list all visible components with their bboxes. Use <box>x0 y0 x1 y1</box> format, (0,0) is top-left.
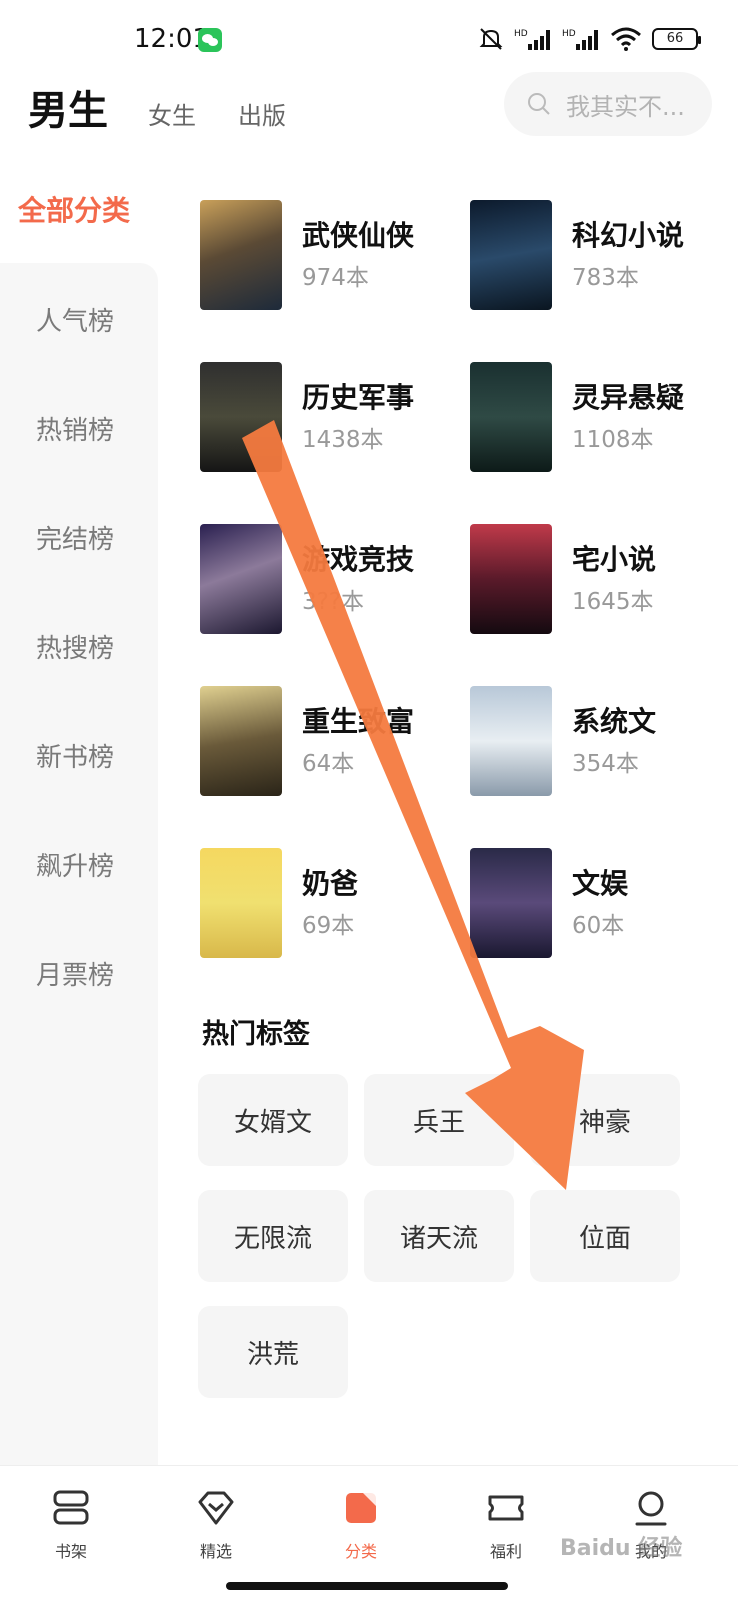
category-count: 64本 <box>302 751 355 777</box>
nav-label: 书架 <box>54 1542 87 1561</box>
tag-multiverse[interactable]: 诸天流 <box>364 1190 514 1282</box>
category-count: 1108本 <box>572 427 654 453</box>
header: 男生 女生 出版 我其实不... <box>0 70 738 150</box>
tag-rich-tycoon[interactable]: 神豪 <box>530 1074 680 1166</box>
tag-primordial[interactable]: 洪荒 <box>198 1306 348 1398</box>
profile-icon <box>635 1491 667 1526</box>
wechat-notification-icon <box>198 28 222 52</box>
tab-female[interactable]: 女生 <box>148 96 196 131</box>
book-cover <box>200 686 282 796</box>
category-count: 354本 <box>572 751 639 777</box>
category-name: 宅小说 <box>572 543 657 576</box>
category-system[interactable]: 系统文 354本 <box>470 686 730 798</box>
category-name: 武侠仙侠 <box>302 219 415 252</box>
tag-son-in-law[interactable]: 女婿文 <box>198 1074 348 1166</box>
search-placeholder: 我其实不... <box>566 92 685 121</box>
status-bar: 12:01 HD HD 66 <box>0 0 738 70</box>
search-icon <box>528 93 550 115</box>
category-name: 历史军事 <box>302 381 415 414</box>
book-cover <box>200 200 282 310</box>
ticket-icon <box>488 1495 524 1521</box>
category-name: 系统文 <box>572 705 657 738</box>
diamond-icon <box>198 1491 234 1525</box>
book-cover <box>470 362 552 472</box>
book-cover <box>200 848 282 958</box>
category-name: 灵异悬疑 <box>572 381 685 414</box>
category-count: 974本 <box>302 265 369 291</box>
category-gaming[interactable]: 游戏竞技 3??本 <box>200 524 460 636</box>
category-name: 文娱 <box>572 867 629 900</box>
book-cover <box>470 686 552 796</box>
book-cover <box>200 362 282 472</box>
status-icons: HD HD 66 <box>478 26 701 52</box>
category-history[interactable]: 历史军事 1438本 <box>200 362 460 474</box>
category-scifi[interactable]: 科幻小说 783本 <box>470 200 730 312</box>
category-otaku[interactable]: 宅小说 1645本 <box>470 524 730 636</box>
sidebar-item-monthly-ticket[interactable]: 月票榜 <box>36 955 114 992</box>
category-count: 1645本 <box>572 589 654 615</box>
tag-infinite-flow[interactable]: 无限流 <box>198 1190 348 1282</box>
category-supernatural[interactable]: 灵异悬疑 1108本 <box>470 362 730 474</box>
sidebar: 全部分类 人气榜 热销榜 完结榜 热搜榜 新书榜 飙升榜 月票榜 <box>0 175 158 1465</box>
category-count: 3??本 <box>302 589 365 615</box>
category-rebirth[interactable]: 重生致富 64本 <box>200 686 460 798</box>
category-count: 1438本 <box>302 427 384 453</box>
signal-hd-icon: HD <box>514 29 550 50</box>
tab-male[interactable]: 男生 <box>28 78 108 136</box>
sidebar-item-popular[interactable]: 人气榜 <box>36 301 114 338</box>
book-cover <box>470 200 552 310</box>
wifi-icon <box>611 27 641 51</box>
category-name: 奶爸 <box>302 867 359 900</box>
sidebar-item-rising[interactable]: 飙升榜 <box>36 846 114 883</box>
nav-featured[interactable]: 精选 <box>171 1488 261 1562</box>
category-name: 重生致富 <box>302 705 415 738</box>
sidebar-item-completed[interactable]: 完结榜 <box>36 519 114 556</box>
category-entertainment[interactable]: 文娱 60本 <box>470 848 730 960</box>
bookshelf-icon <box>53 1490 89 1525</box>
nav-benefits[interactable]: 福利 <box>461 1488 551 1562</box>
nav-categories[interactable]: 分类 <box>316 1488 406 1562</box>
sidebar-item-hot-search[interactable]: 热搜榜 <box>36 628 114 665</box>
home-indicator <box>226 1582 508 1590</box>
nav-label: 精选 <box>199 1542 232 1561</box>
book-cover <box>200 524 282 634</box>
category-count: 783本 <box>572 265 639 291</box>
mute-bell-icon <box>479 28 503 50</box>
category-count: 69本 <box>302 913 355 939</box>
svg-text:HD: HD <box>562 29 576 39</box>
nav-label: 分类 <box>344 1542 377 1561</box>
tab-publish[interactable]: 出版 <box>238 96 286 131</box>
sidebar-item-all-categories[interactable]: 全部分类 <box>0 175 158 265</box>
nav-label: 福利 <box>489 1542 522 1561</box>
tag-planes[interactable]: 位面 <box>530 1190 680 1282</box>
book-cover <box>470 848 552 958</box>
category-name: 科幻小说 <box>572 219 685 252</box>
sidebar-ranking-list: 人气榜 热销榜 完结榜 热搜榜 新书榜 飙升榜 月票榜 <box>0 263 158 1465</box>
watermark: Baidu 经验 <box>560 1536 683 1561</box>
search-input[interactable]: 我其实不... <box>504 72 712 136</box>
battery-icon: 66 <box>652 28 701 50</box>
category-icon <box>346 1493 376 1523</box>
sidebar-item-bestseller[interactable]: 热销榜 <box>36 410 114 447</box>
book-cover <box>470 524 552 634</box>
svg-text:HD: HD <box>514 29 528 39</box>
nav-bookshelf[interactable]: 书架 <box>26 1488 116 1562</box>
sidebar-item-new-books[interactable]: 新书榜 <box>36 737 114 774</box>
category-super-dad[interactable]: 奶爸 69本 <box>200 848 460 960</box>
hot-tags-title: 热门标签 <box>202 1019 310 1050</box>
category-name: 游戏竞技 <box>302 543 415 576</box>
category-wuxia[interactable]: 武侠仙侠 974本 <box>200 200 460 312</box>
signal-hd-icon-2: HD <box>562 29 598 50</box>
category-count: 60本 <box>572 913 625 939</box>
tag-soldier-king[interactable]: 兵王 <box>364 1074 514 1166</box>
